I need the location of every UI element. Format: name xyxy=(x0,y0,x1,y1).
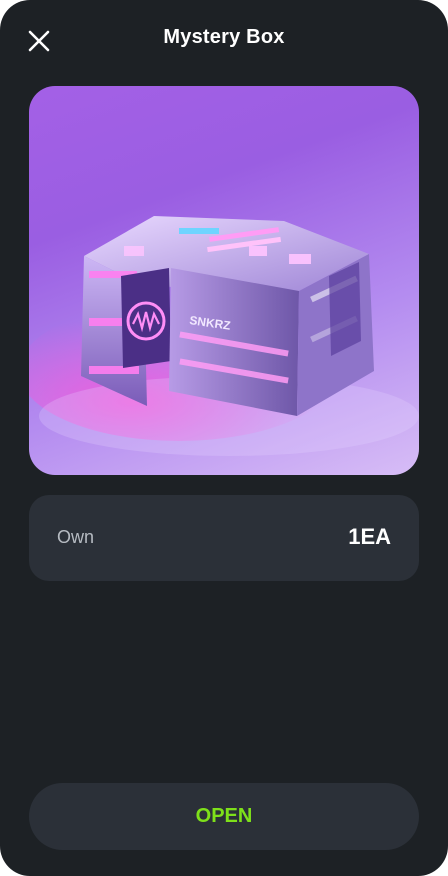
own-label: Own xyxy=(57,527,95,547)
screen: Mystery Box SNKRZ Own 1EA OPEN xyxy=(0,0,448,876)
open-button[interactable]: OPEN xyxy=(29,783,419,850)
mystery-box-image: SNKRZ xyxy=(29,86,419,475)
own-value: 1EA xyxy=(348,524,391,549)
header: Mystery Box xyxy=(0,0,448,80)
own-card: Own 1EA xyxy=(29,495,419,581)
open-button-label: OPEN xyxy=(195,805,253,827)
page-title: Mystery Box xyxy=(163,26,285,48)
